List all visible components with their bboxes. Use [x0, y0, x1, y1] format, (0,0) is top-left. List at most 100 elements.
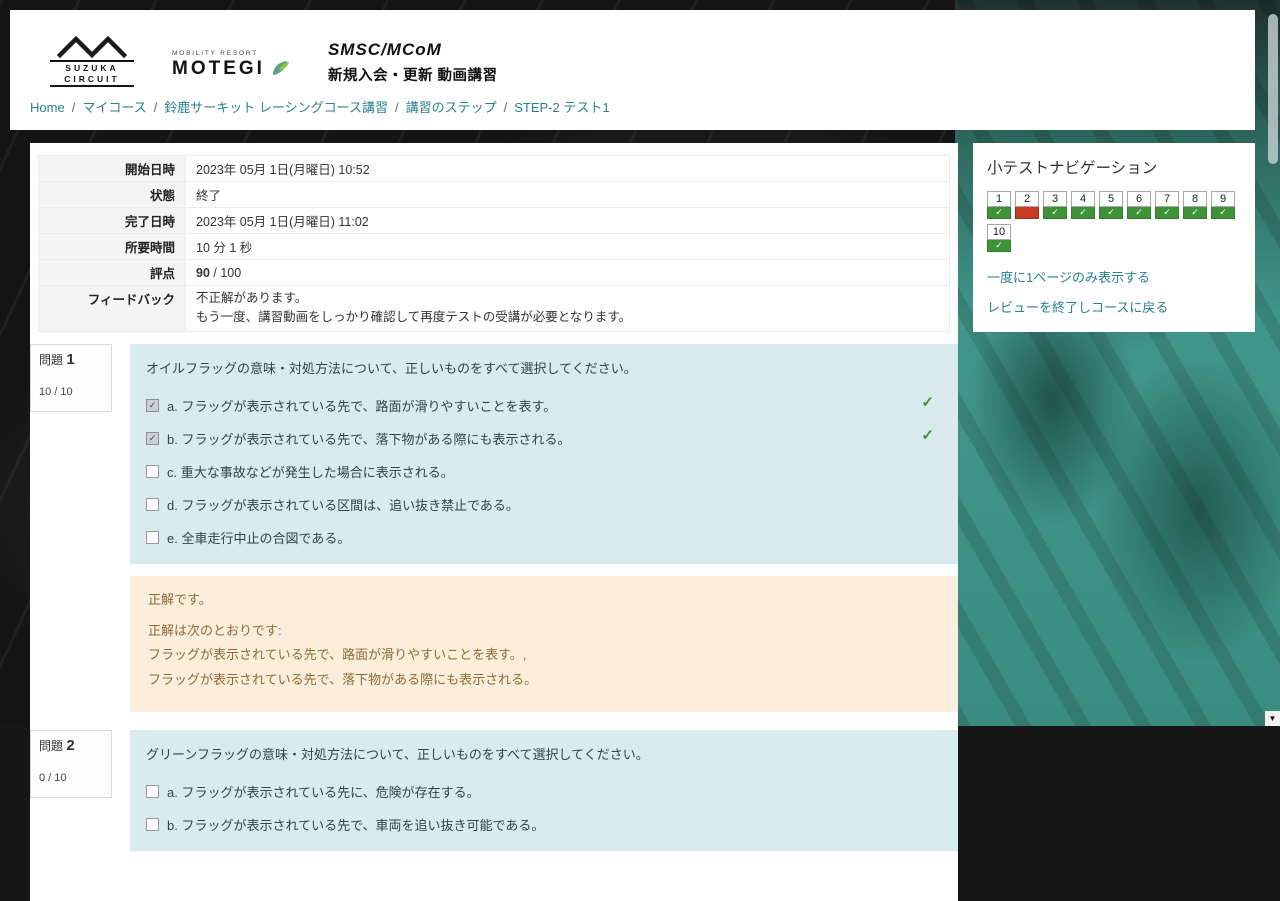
question-number: 3 [1043, 191, 1067, 207]
header-brand: SUZUKA CIRCUIT MOBILITY RESORT MOTEGI SM… [10, 10, 1255, 88]
summary-label: 評点 [38, 259, 186, 286]
answer-text: a. フラッグが表示されている先に、危険が存在する。 [167, 784, 480, 800]
motegi-small-text: MOBILITY RESORT [172, 49, 258, 57]
summary-value: 不正解があります。 もう一度、講習動画をしっかり確認して再度テストの受講が必要と… [185, 285, 950, 332]
answer-checkbox: ✓ [146, 464, 159, 478]
course-subtitle: 新規入会・更新 動画講習 [327, 68, 498, 85]
question-number: 7 [1155, 191, 1179, 207]
feedback-intro: 正解は次のとおりです: [148, 623, 282, 639]
suzuka-zigzag-icon [56, 36, 128, 58]
question-number: 5 [1099, 191, 1123, 207]
answer-text: b. フラッグが表示されている先で、車両を追い抜き可能である。 [167, 817, 545, 833]
feedback-answer: フラッグが表示されている先で、落下物がある際にも表示される。 [148, 672, 538, 688]
question-number: 8 [1183, 191, 1207, 207]
motegi-logo: MOBILITY RESORT MOTEGI [172, 50, 290, 78]
quiz-nav-button-4[interactable]: 4 ✓ [1071, 191, 1095, 219]
question-number: 4 [1071, 191, 1095, 207]
attempt-summary-table: 開始日時 2023年 05月 1日(月曜日) 10:52 状態 終了 完了日時 … [38, 155, 950, 332]
question-info-box: 問題 2 0 / 10 [30, 729, 112, 798]
question-number: 10 [987, 224, 1011, 240]
quiz-navigation-title: 小テストナビゲーション [987, 160, 1158, 177]
show-one-page-link[interactable]: 一度に1ページのみ表示する [987, 267, 1241, 286]
answer-checkbox: ✓ [146, 431, 159, 445]
answer-text: d. フラッグが表示されている区間は、追い抜き禁止である。 [167, 497, 519, 513]
summary-value: 2023年 05月 1日(月曜日) 11:02 [185, 207, 950, 234]
summary-value: 2023年 05月 1日(月曜日) 10:52 [185, 155, 950, 182]
motegi-wordmark: MOTEGI [172, 57, 265, 79]
summary-label: 完了日時 [38, 207, 186, 234]
check-icon: ✓ [1071, 207, 1095, 219]
quiz-nav-button-3[interactable]: 3 ✓ [1043, 191, 1067, 219]
feedback-line: 不正解があります。 [196, 291, 308, 305]
scrollbar-down-button[interactable]: ▼ [1265, 711, 1280, 726]
question-number: 2 [66, 736, 75, 754]
question-label: 問題 [39, 352, 64, 367]
grade-max: / 100 [209, 265, 242, 280]
check-icon: ✓ [987, 240, 1011, 252]
summary-label: 開始日時 [38, 155, 186, 182]
grade-value: 90 [196, 265, 210, 280]
scrollbar-thumb[interactable] [1268, 14, 1278, 164]
answer-checkbox: ✓ [146, 497, 159, 511]
quiz-nav-button-6[interactable]: 6 ✓ [1127, 191, 1151, 219]
question-grade: 10 / 10 [39, 385, 73, 398]
quiz-nav-button-5[interactable]: 5 ✓ [1099, 191, 1123, 219]
answer-option-a: ✓ a. フラッグが表示されている先で、路面が滑りやすいことを表す。 ✓ [130, 389, 958, 422]
question-feedback: 正解です。 正解は次のとおりです: フラッグが表示されている先で、路面が滑りやす… [130, 575, 958, 712]
leaf-icon [272, 60, 289, 75]
breadcrumb-home[interactable]: Home [30, 100, 65, 115]
breadcrumb-current-quiz[interactable]: STEP-2 テスト1 [514, 100, 609, 115]
question-grade: 0 / 10 [39, 771, 67, 784]
breadcrumb-separator: / [395, 100, 399, 115]
question-text: オイルフラッグの意味・対処方法について、正しいものをすべて選択してください。 [146, 360, 637, 376]
summary-label: フィードバック [38, 285, 186, 332]
course-title: SMSC/MCoM [327, 40, 442, 60]
quiz-nav-button-2[interactable]: 2 ✓ [1015, 191, 1039, 219]
table-row: 完了日時 2023年 05月 1日(月曜日) 11:02 [38, 207, 950, 234]
question-content: オイルフラッグの意味・対処方法について、正しいものをすべて選択してください。 ✓… [130, 343, 958, 564]
summary-label: 所要時間 [38, 233, 186, 260]
answer-options: ✓ a. フラッグが表示されている先に、危険が存在する。 ✓ ✓ b. フラッグ… [130, 775, 958, 841]
quiz-navigation-panel: 小テストナビゲーション 1 ✓ 2 ✓ 3 ✓ 4 ✓ 5 ✓ 6 ✓ 7 ✓ [973, 143, 1255, 332]
question-block-1: 問題 1 10 / 10 オイルフラッグの意味・対処方法について、正しいものをす… [30, 343, 958, 712]
table-row: 開始日時 2023年 05月 1日(月曜日) 10:52 [38, 155, 950, 182]
quiz-nav-button-9[interactable]: 9 ✓ [1211, 191, 1235, 219]
quiz-nav-button-7[interactable]: 7 ✓ [1155, 191, 1179, 219]
answer-option-b: ✓ b. フラッグが表示されている先で、車両を追い抜き可能である。 ✓ [130, 808, 958, 841]
answer-option-a: ✓ a. フラッグが表示されている先に、危険が存在する。 ✓ [130, 775, 958, 808]
breadcrumb-my-courses[interactable]: マイコース [82, 100, 146, 115]
correct-check-icon: ✓ [921, 393, 934, 411]
answer-text: a. フラッグが表示されている先で、路面が滑りやすいことを表す。 [167, 398, 557, 414]
answer-options: ✓ a. フラッグが表示されている先で、路面が滑りやすいことを表す。 ✓ ✓ b… [130, 389, 958, 554]
table-row: フィードバック 不正解があります。 もう一度、講習動画をしっかり確認して再度テス… [38, 285, 950, 332]
question-block-2: 問題 2 0 / 10 グリーンフラッグの意味・対処方法について、正しいものをす… [30, 729, 958, 851]
answer-option-b: ✓ b. フラッグが表示されている先で、落下物がある際にも表示される。 ✓ [130, 422, 958, 455]
quiz-nav-button-8[interactable]: 8 ✓ [1183, 191, 1207, 219]
breadcrumb-separator: / [153, 100, 158, 115]
answer-checkbox: ✓ [146, 398, 159, 412]
question-number-label: 問題 2 [39, 737, 103, 754]
question-number: 1 [987, 191, 1011, 207]
summary-label: 状態 [38, 181, 186, 208]
breadcrumb-section[interactable]: 講習のステップ [406, 100, 497, 115]
answer-checkbox: ✓ [146, 530, 159, 544]
quiz-nav-button-1[interactable]: 1 ✓ [987, 191, 1011, 219]
question-text: グリーンフラッグの意味・対処方法について、正しいものをすべて選択してください。 [146, 746, 649, 762]
breadcrumb: Home / マイコース / 鈴鹿サーキット レーシングコース講習 / 講習のステップ / ST… [30, 97, 610, 116]
feedback-line: もう一度、講習動画をしっかり確認して再度テストの受講が必要となります。 [196, 310, 632, 325]
correct-check-icon: ✓ [921, 426, 934, 444]
check-icon: ✓ [1015, 207, 1039, 219]
answer-option-d: ✓ d. フラッグが表示されている区間は、追い抜き禁止である。 ✓ [130, 488, 958, 521]
finish-review-link[interactable]: レビューを終了しコースに戻る [987, 297, 1241, 316]
quiz-nav-button-10[interactable]: 10 ✓ [987, 224, 1011, 252]
question-number: 9 [1211, 191, 1235, 207]
question-number: 1 [66, 350, 75, 368]
table-row: 評点 90 / 100 [38, 259, 950, 286]
check-icon: ✓ [1099, 207, 1123, 219]
table-row: 状態 終了 [38, 181, 950, 208]
breadcrumb-course[interactable]: 鈴鹿サーキット レーシングコース講習 [164, 100, 388, 115]
suzuka-circuit-wordmark: SUZUKA CIRCUIT [50, 60, 134, 88]
summary-value: 10 分 1 秒 [185, 233, 950, 260]
question-number-label: 問題 1 [39, 351, 103, 368]
answer-option-c: ✓ c. 重大な事故などが発生した場合に表示される。 ✓ [130, 455, 958, 488]
